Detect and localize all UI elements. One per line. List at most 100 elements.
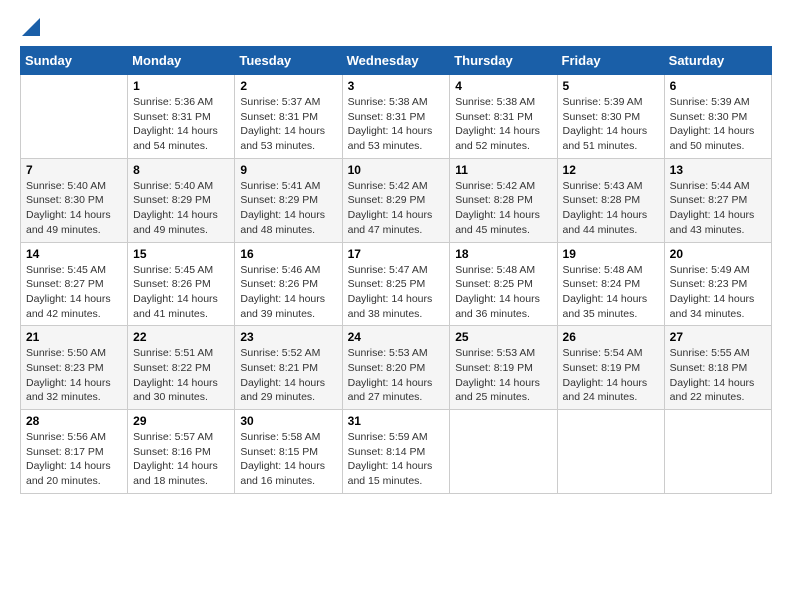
- calendar-cell: 2 Sunrise: 5:37 AM Sunset: 8:31 PM Daylig…: [235, 75, 342, 159]
- day-number: 6: [670, 79, 766, 93]
- cell-sun-info: Sunrise: 5:57 AM Sunset: 8:16 PM Dayligh…: [133, 430, 229, 489]
- cell-sun-info: Sunrise: 5:47 AM Sunset: 8:25 PM Dayligh…: [348, 263, 445, 322]
- day-number: 7: [26, 163, 122, 177]
- day-number: 31: [348, 414, 445, 428]
- calendar-cell: 25Sunrise: 5:53 AM Sunset: 8:19 PM Dayli…: [450, 326, 557, 410]
- cell-sun-info: Sunrise: 5:39 AM Sunset: 8:30 PM Dayligh…: [670, 95, 766, 154]
- day-number: 25: [455, 330, 551, 344]
- day-of-week-header: Monday: [128, 47, 235, 75]
- cell-sun-info: Sunrise: 5:39 AM Sunset: 8:30 PM Dayligh…: [563, 95, 659, 154]
- day-number: 10: [348, 163, 445, 177]
- cell-sun-info: Sunrise: 5:53 AM Sunset: 8:20 PM Dayligh…: [348, 346, 445, 405]
- cell-sun-info: Sunrise: 5:48 AM Sunset: 8:24 PM Dayligh…: [563, 263, 659, 322]
- calendar-cell: 1 Sunrise: 5:36 AM Sunset: 8:31 PM Daylig…: [128, 75, 235, 159]
- calendar-week-row: 28 Sunrise: 5:56 AM Sunset: 8:17 PM Dayli…: [21, 410, 772, 494]
- calendar-header-row: SundayMondayTuesdayWednesdayThursdayFrid…: [21, 47, 772, 75]
- calendar-cell: 24 Sunrise: 5:53 AM Sunset: 8:20 PM Dayli…: [342, 326, 450, 410]
- cell-sun-info: Sunrise: 5:50 AM Sunset: 8:23 PM Dayligh…: [26, 346, 122, 405]
- calendar-cell: 16Sunrise: 5:46 AM Sunset: 8:26 PM Dayli…: [235, 242, 342, 326]
- cell-sun-info: Sunrise: 5:38 AM Sunset: 8:31 PM Dayligh…: [455, 95, 551, 154]
- calendar-cell: [21, 75, 128, 159]
- day-number: 19: [563, 247, 659, 261]
- day-of-week-header: Friday: [557, 47, 664, 75]
- day-number: 1: [133, 79, 229, 93]
- cell-sun-info: Sunrise: 5:37 AM Sunset: 8:31 PM Dayligh…: [240, 95, 336, 154]
- logo: [20, 20, 40, 36]
- cell-sun-info: Sunrise: 5:52 AM Sunset: 8:21 PM Dayligh…: [240, 346, 336, 405]
- day-number: 26: [563, 330, 659, 344]
- calendar-cell: [557, 410, 664, 494]
- cell-sun-info: Sunrise: 5:48 AM Sunset: 8:25 PM Dayligh…: [455, 263, 551, 322]
- day-number: 14: [26, 247, 122, 261]
- day-of-week-header: Saturday: [664, 47, 771, 75]
- cell-sun-info: Sunrise: 5:38 AM Sunset: 8:31 PM Dayligh…: [348, 95, 445, 154]
- cell-sun-info: Sunrise: 5:51 AM Sunset: 8:22 PM Dayligh…: [133, 346, 229, 405]
- cell-sun-info: Sunrise: 5:45 AM Sunset: 8:27 PM Dayligh…: [26, 263, 122, 322]
- day-number: 2: [240, 79, 336, 93]
- calendar-cell: 15 Sunrise: 5:45 AM Sunset: 8:26 PM Dayli…: [128, 242, 235, 326]
- cell-sun-info: Sunrise: 5:40 AM Sunset: 8:29 PM Dayligh…: [133, 179, 229, 238]
- day-number: 24: [348, 330, 445, 344]
- calendar-cell: 8 Sunrise: 5:40 AM Sunset: 8:29 PM Daylig…: [128, 158, 235, 242]
- calendar-week-row: 1 Sunrise: 5:36 AM Sunset: 8:31 PM Daylig…: [21, 75, 772, 159]
- cell-sun-info: Sunrise: 5:44 AM Sunset: 8:27 PM Dayligh…: [670, 179, 766, 238]
- day-number: 23: [240, 330, 336, 344]
- calendar-week-row: 14 Sunrise: 5:45 AM Sunset: 8:27 PM Dayli…: [21, 242, 772, 326]
- logo-arrow-icon: [22, 18, 40, 36]
- calendar-cell: 19 Sunrise: 5:48 AM Sunset: 8:24 PM Dayli…: [557, 242, 664, 326]
- calendar-cell: 3 Sunrise: 5:38 AM Sunset: 8:31 PM Daylig…: [342, 75, 450, 159]
- calendar-cell: 13 Sunrise: 5:44 AM Sunset: 8:27 PM Dayli…: [664, 158, 771, 242]
- day-number: 8: [133, 163, 229, 177]
- cell-sun-info: Sunrise: 5:49 AM Sunset: 8:23 PM Dayligh…: [670, 263, 766, 322]
- calendar-week-row: 7 Sunrise: 5:40 AM Sunset: 8:30 PM Daylig…: [21, 158, 772, 242]
- day-number: 9: [240, 163, 336, 177]
- cell-sun-info: Sunrise: 5:56 AM Sunset: 8:17 PM Dayligh…: [26, 430, 122, 489]
- day-number: 3: [348, 79, 445, 93]
- page-header: [20, 20, 772, 36]
- calendar-cell: 4Sunrise: 5:38 AM Sunset: 8:31 PM Daylig…: [450, 75, 557, 159]
- day-of-week-header: Thursday: [450, 47, 557, 75]
- day-number: 5: [563, 79, 659, 93]
- cell-sun-info: Sunrise: 5:46 AM Sunset: 8:26 PM Dayligh…: [240, 263, 336, 322]
- cell-sun-info: Sunrise: 5:54 AM Sunset: 8:19 PM Dayligh…: [563, 346, 659, 405]
- calendar-cell: 30Sunrise: 5:58 AM Sunset: 8:15 PM Dayli…: [235, 410, 342, 494]
- cell-sun-info: Sunrise: 5:55 AM Sunset: 8:18 PM Dayligh…: [670, 346, 766, 405]
- day-number: 28: [26, 414, 122, 428]
- calendar-cell: 28 Sunrise: 5:56 AM Sunset: 8:17 PM Dayli…: [21, 410, 128, 494]
- cell-sun-info: Sunrise: 5:41 AM Sunset: 8:29 PM Dayligh…: [240, 179, 336, 238]
- calendar-cell: 27 Sunrise: 5:55 AM Sunset: 8:18 PM Dayli…: [664, 326, 771, 410]
- day-number: 12: [563, 163, 659, 177]
- day-number: 29: [133, 414, 229, 428]
- calendar-cell: 14 Sunrise: 5:45 AM Sunset: 8:27 PM Dayli…: [21, 242, 128, 326]
- calendar-cell: 31 Sunrise: 5:59 AM Sunset: 8:14 PM Dayli…: [342, 410, 450, 494]
- day-number: 22: [133, 330, 229, 344]
- day-number: 13: [670, 163, 766, 177]
- calendar-cell: 5 Sunrise: 5:39 AM Sunset: 8:30 PM Daylig…: [557, 75, 664, 159]
- day-number: 18: [455, 247, 551, 261]
- calendar-cell: 12 Sunrise: 5:43 AM Sunset: 8:28 PM Dayli…: [557, 158, 664, 242]
- calendar-cell: 7 Sunrise: 5:40 AM Sunset: 8:30 PM Daylig…: [21, 158, 128, 242]
- calendar-week-row: 21Sunrise: 5:50 AM Sunset: 8:23 PM Dayli…: [21, 326, 772, 410]
- cell-sun-info: Sunrise: 5:36 AM Sunset: 8:31 PM Dayligh…: [133, 95, 229, 154]
- calendar-cell: 10 Sunrise: 5:42 AM Sunset: 8:29 PM Dayli…: [342, 158, 450, 242]
- cell-sun-info: Sunrise: 5:42 AM Sunset: 8:29 PM Dayligh…: [348, 179, 445, 238]
- cell-sun-info: Sunrise: 5:58 AM Sunset: 8:15 PM Dayligh…: [240, 430, 336, 489]
- cell-sun-info: Sunrise: 5:40 AM Sunset: 8:30 PM Dayligh…: [26, 179, 122, 238]
- cell-sun-info: Sunrise: 5:43 AM Sunset: 8:28 PM Dayligh…: [563, 179, 659, 238]
- cell-sun-info: Sunrise: 5:42 AM Sunset: 8:28 PM Dayligh…: [455, 179, 551, 238]
- calendar-cell: 23 Sunrise: 5:52 AM Sunset: 8:21 PM Dayli…: [235, 326, 342, 410]
- calendar-cell: 17Sunrise: 5:47 AM Sunset: 8:25 PM Dayli…: [342, 242, 450, 326]
- calendar-cell: 26 Sunrise: 5:54 AM Sunset: 8:19 PM Dayli…: [557, 326, 664, 410]
- day-number: 20: [670, 247, 766, 261]
- calendar-cell: 6 Sunrise: 5:39 AM Sunset: 8:30 PM Daylig…: [664, 75, 771, 159]
- calendar-cell: 18 Sunrise: 5:48 AM Sunset: 8:25 PM Dayli…: [450, 242, 557, 326]
- calendar-cell: 20 Sunrise: 5:49 AM Sunset: 8:23 PM Dayli…: [664, 242, 771, 326]
- cell-sun-info: Sunrise: 5:45 AM Sunset: 8:26 PM Dayligh…: [133, 263, 229, 322]
- cell-sun-info: Sunrise: 5:59 AM Sunset: 8:14 PM Dayligh…: [348, 430, 445, 489]
- calendar-cell: 21Sunrise: 5:50 AM Sunset: 8:23 PM Dayli…: [21, 326, 128, 410]
- calendar-cell: [664, 410, 771, 494]
- calendar-cell: 22 Sunrise: 5:51 AM Sunset: 8:22 PM Dayli…: [128, 326, 235, 410]
- day-number: 27: [670, 330, 766, 344]
- calendar-cell: 9 Sunrise: 5:41 AM Sunset: 8:29 PM Daylig…: [235, 158, 342, 242]
- day-number: 15: [133, 247, 229, 261]
